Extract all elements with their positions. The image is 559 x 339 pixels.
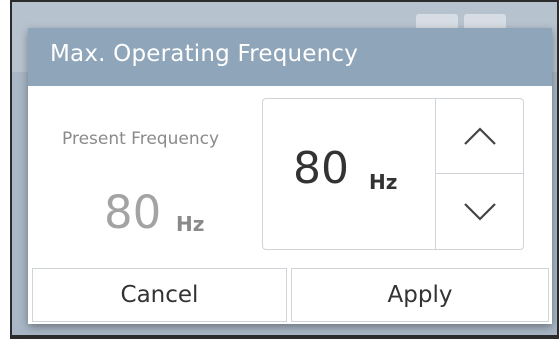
spinner-unit: Hz: [369, 170, 398, 194]
dialog-title: Max. Operating Frequency: [50, 41, 359, 67]
dialog-header: Max. Operating Frequency: [28, 28, 552, 86]
present-frequency-value: 80: [104, 186, 162, 239]
chevron-up-icon: [464, 127, 496, 145]
decrease-button[interactable]: [436, 174, 524, 249]
cancel-button[interactable]: Cancel: [32, 268, 287, 322]
present-frequency-unit: Hz: [176, 212, 205, 236]
increase-button[interactable]: [436, 99, 524, 174]
frequency-spinner: 80 Hz: [262, 98, 524, 250]
apply-button[interactable]: Apply: [291, 268, 549, 322]
spinner-value: 80: [293, 143, 349, 194]
present-frequency-label: Present Frequency: [62, 129, 220, 149]
frequency-dialog: Max. Operating Frequency Present Frequen…: [28, 28, 552, 324]
spinner-buttons: [435, 99, 524, 249]
chevron-down-icon: [464, 202, 496, 221]
